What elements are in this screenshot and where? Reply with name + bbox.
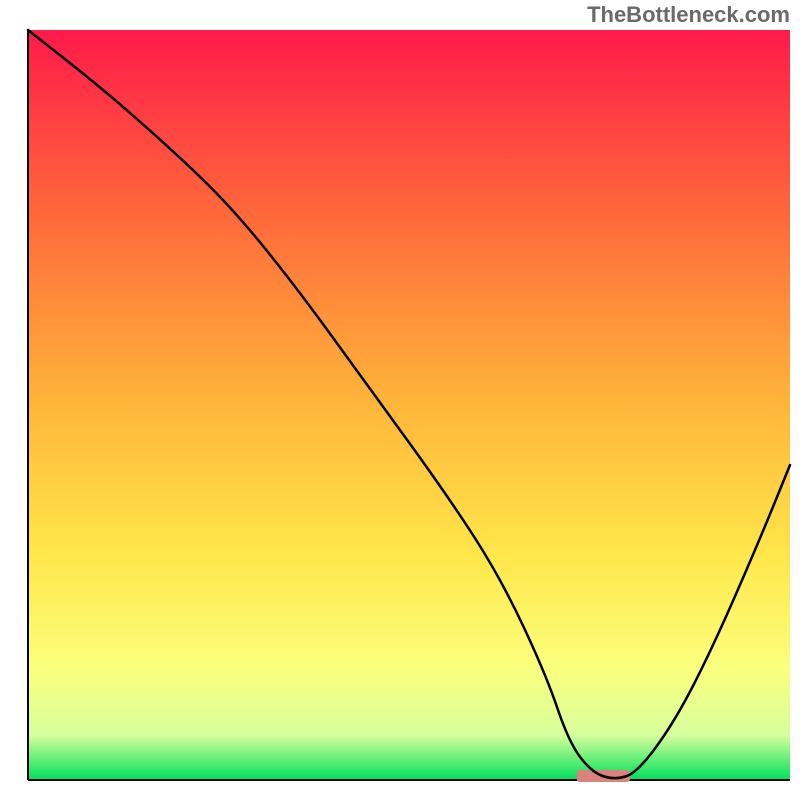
chart-svg [0, 0, 800, 800]
plot-background [28, 30, 790, 780]
bottleneck-chart: TheBottleneck.com [0, 0, 800, 800]
watermark-label: TheBottleneck.com [587, 2, 790, 28]
